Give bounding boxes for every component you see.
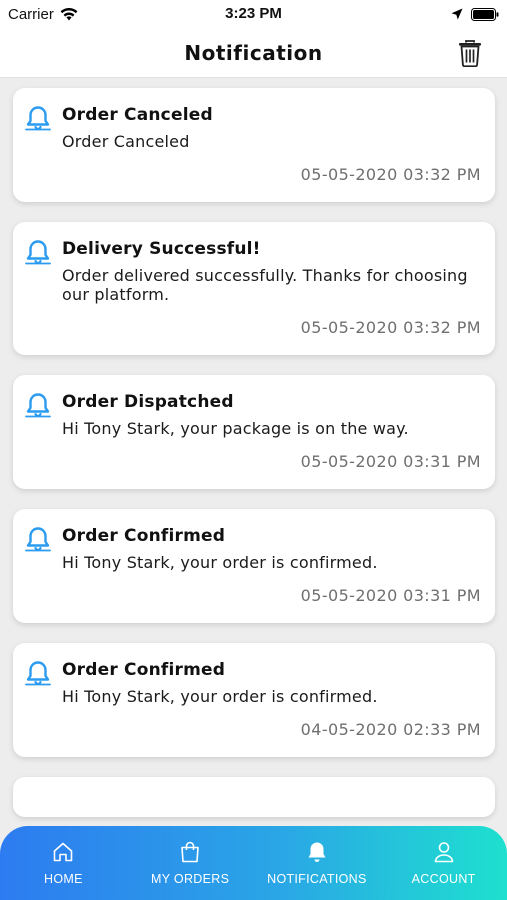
tab-label: HOME [44, 872, 83, 886]
wifi-icon [60, 7, 78, 20]
delete-all-button[interactable] [457, 39, 483, 68]
nav-bar: Notification [0, 28, 507, 78]
tab-home[interactable]: HOME [0, 840, 126, 886]
notification-card[interactable]: Order Canceled Order Canceled 05-05-2020… [13, 88, 495, 202]
notification-title: Delivery Successful! [62, 239, 261, 259]
notification-card[interactable]: Order Dispatched Hi Tony Stark, your pac… [13, 375, 495, 489]
status-left: Carrier [8, 6, 78, 23]
notification-timestamp: 04-05-2020 02:33 PM [300, 720, 481, 739]
notification-card[interactable]: Order Confirmed Hi Tony Stark, your orde… [13, 643, 495, 757]
tab-account[interactable]: ACCOUNT [381, 840, 507, 886]
notification-timestamp: 05-05-2020 03:31 PM [300, 452, 481, 471]
user-icon [434, 842, 453, 863]
notification-timestamp: 05-05-2020 03:32 PM [300, 318, 481, 337]
bell-icon [308, 842, 326, 862]
location-arrow-icon [451, 8, 463, 20]
bell-icon [25, 527, 51, 552]
notification-title: Order Confirmed [62, 526, 226, 546]
notification-title: Order Canceled [62, 105, 213, 125]
notification-message: Order delivered successfully. Thanks for… [62, 266, 468, 304]
notification-title: Order Confirmed [62, 660, 226, 680]
notification-card[interactable]: Order Confirmed Hi Tony Stark, your orde… [13, 509, 495, 623]
bell-icon [25, 240, 51, 265]
status-bar: Carrier 3:23 PM [0, 0, 507, 28]
notification-message: Hi Tony Stark, your order is confirmed. [62, 553, 378, 572]
status-right [451, 7, 499, 21]
tab-notifications[interactable]: NOTIFICATIONS [254, 840, 380, 886]
carrier-label: Carrier [8, 5, 54, 23]
tab-label: ACCOUNT [411, 872, 476, 886]
notification-message: Order Canceled [62, 132, 190, 151]
tab-label: MY ORDERS [151, 872, 230, 886]
tab-my-orders[interactable]: MY ORDERS [127, 840, 253, 886]
bell-icon [25, 106, 51, 131]
bell-icon [25, 393, 51, 418]
notification-timestamp: 05-05-2020 03:32 PM [300, 165, 481, 184]
trash-icon [459, 40, 481, 68]
battery-icon [471, 7, 499, 21]
notification-list: Order Canceled Order Canceled 05-05-2020… [0, 78, 507, 817]
notification-message: Hi Tony Stark, your order is confirmed. [62, 687, 378, 706]
shopping-bag-icon [181, 841, 199, 863]
page-title: Notification [184, 40, 323, 65]
bell-icon [25, 661, 51, 686]
notification-message: Hi Tony Stark, your package is on the wa… [62, 419, 409, 438]
notification-timestamp: 05-05-2020 03:31 PM [300, 586, 481, 605]
notification-card[interactable]: Delivery Successful! Order delivered suc… [13, 222, 495, 355]
home-icon [54, 842, 73, 862]
notification-card-partial[interactable] [13, 777, 495, 817]
tab-bar: HOME MY ORDERS NOTIFICATIONS ACCOUNT [0, 826, 507, 900]
notification-title: Order Dispatched [62, 392, 234, 412]
tab-label: NOTIFICATIONS [267, 872, 367, 886]
